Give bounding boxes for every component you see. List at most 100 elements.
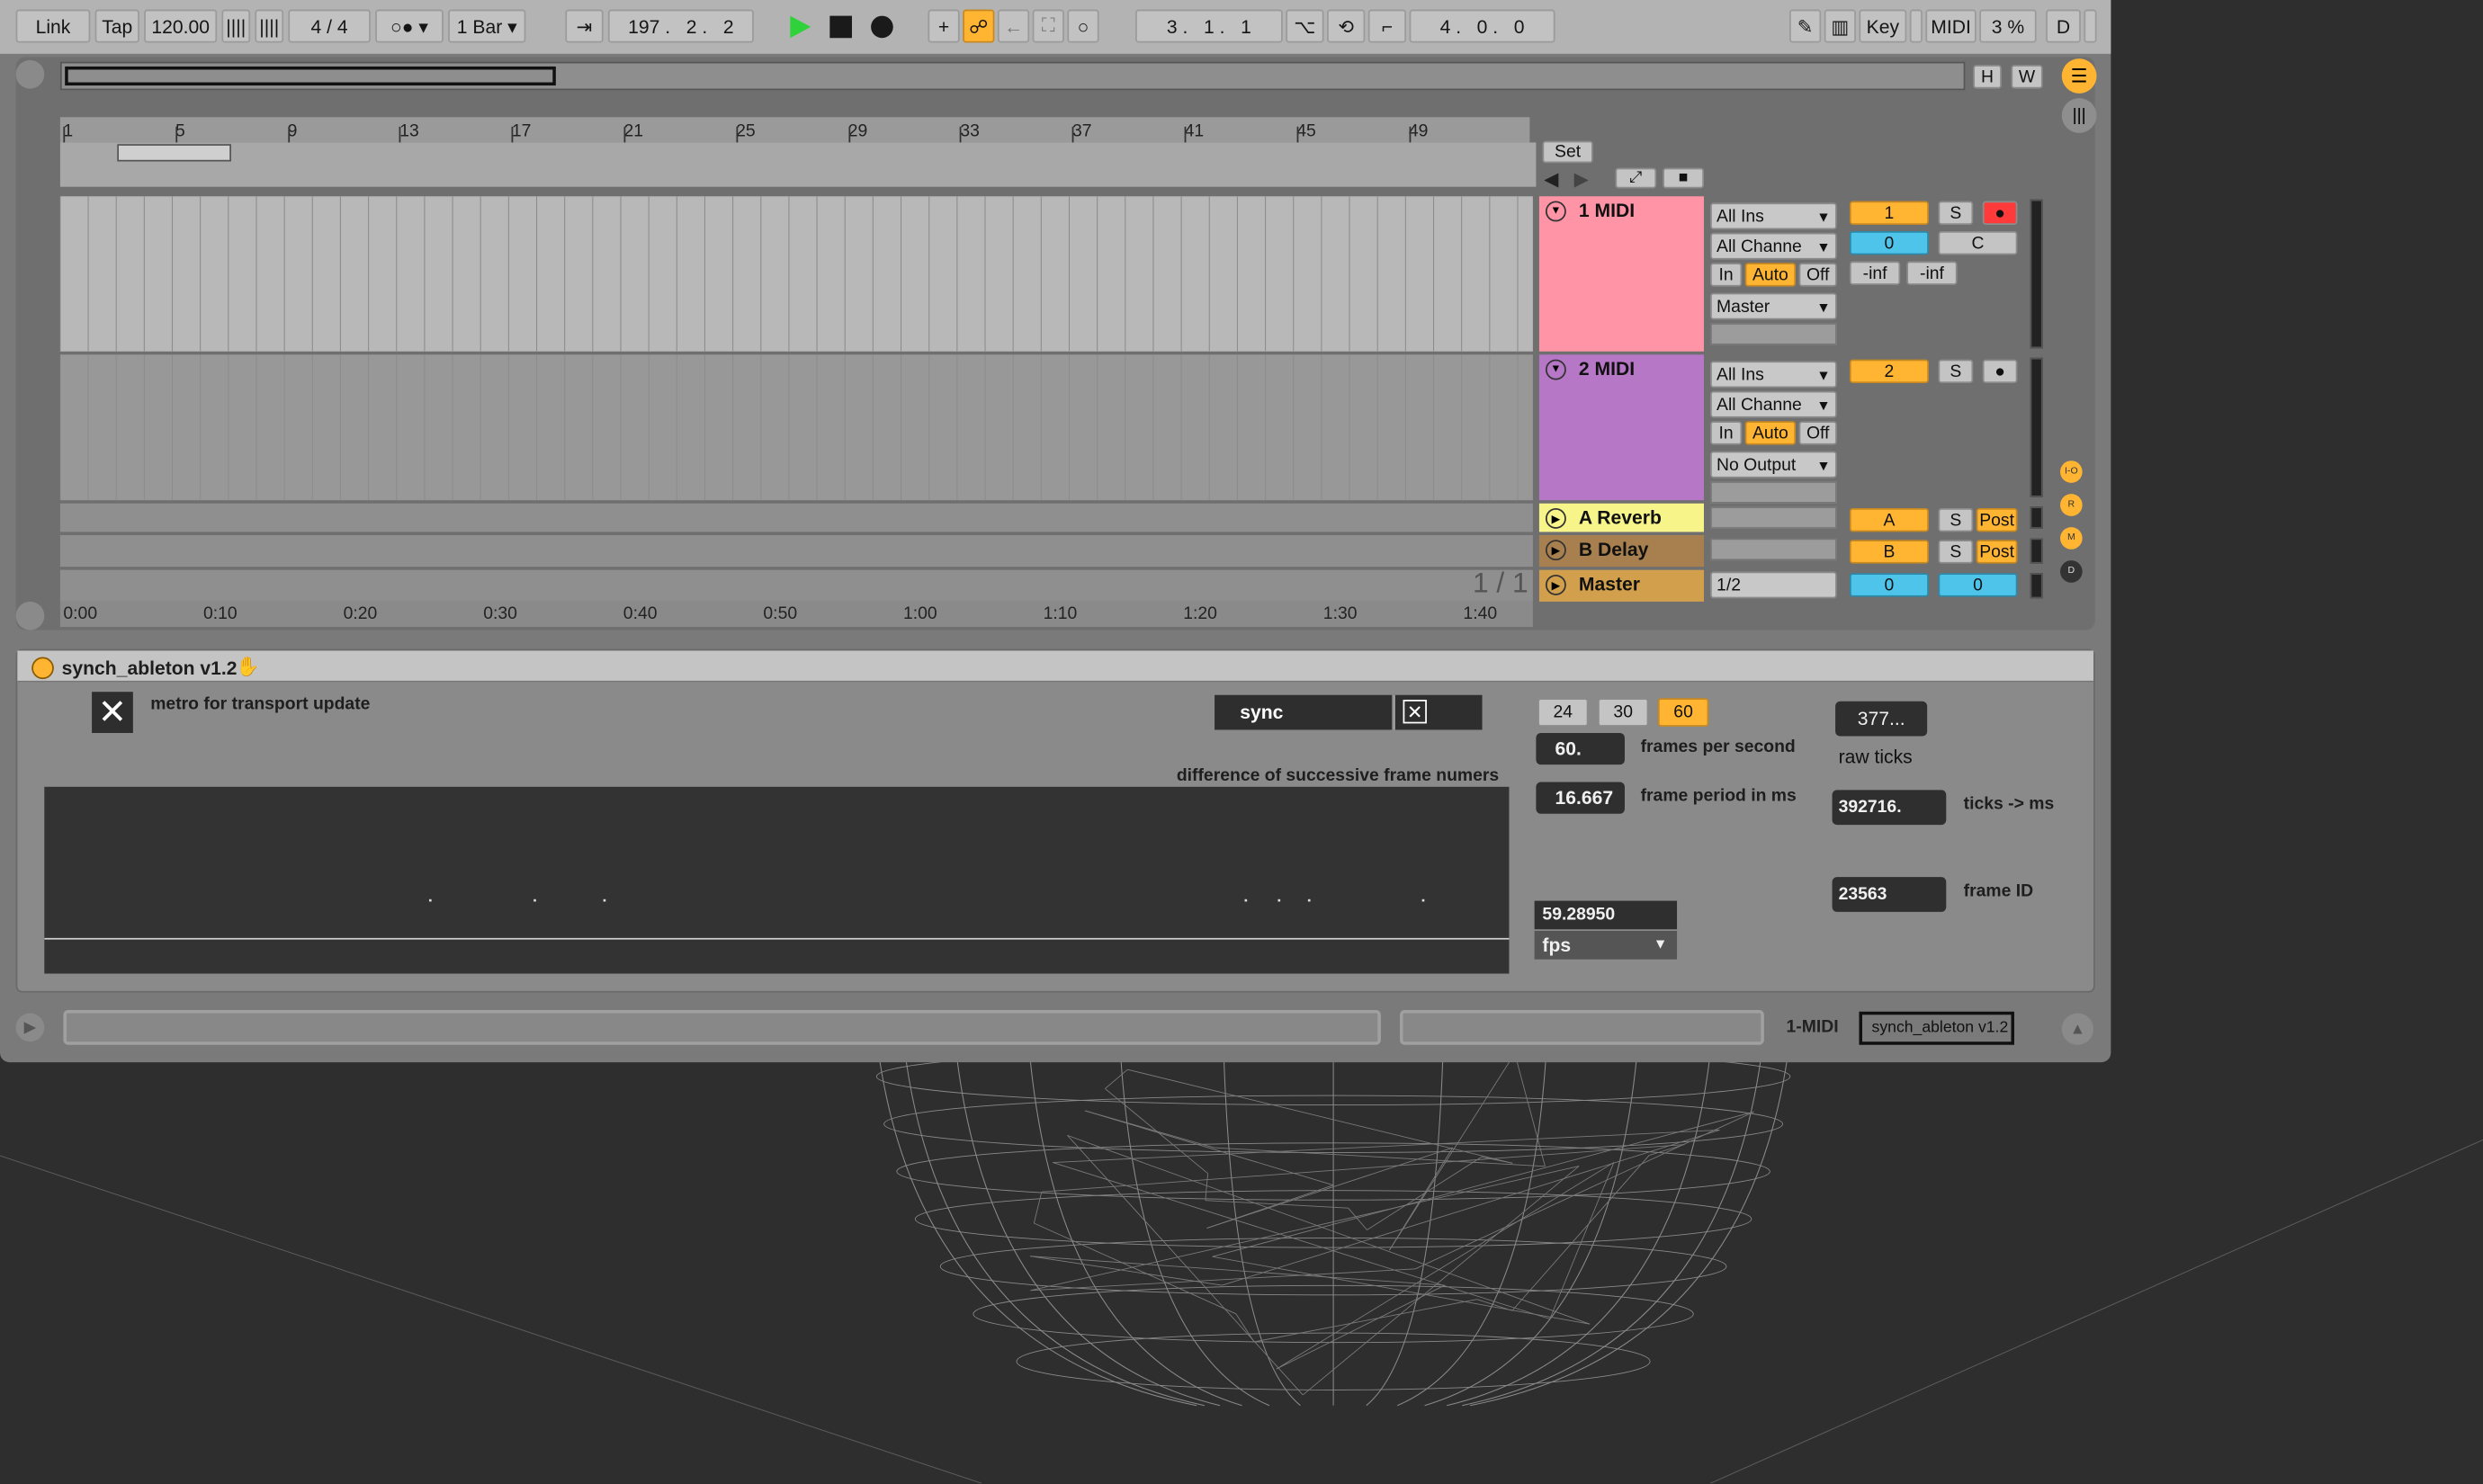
track-lane-b-delay[interactable] bbox=[59, 534, 1533, 568]
empty-output-channel[interactable] bbox=[1710, 323, 1837, 345]
loop-length-field[interactable]: 4 . 0 . 0 bbox=[1409, 9, 1555, 43]
tempo-nudge-up-icon[interactable]: |||| bbox=[255, 9, 284, 43]
arrangement-overview[interactable] bbox=[59, 61, 1966, 91]
monitor-off-button[interactable]: Off bbox=[1798, 421, 1837, 445]
optimize-height-button[interactable]: H bbox=[1973, 65, 2002, 89]
fps-30-button[interactable]: 30 bbox=[1598, 698, 1649, 727]
tempo-nudge-down-icon[interactable]: |||| bbox=[221, 9, 251, 43]
set-locator-button[interactable]: Set bbox=[1542, 140, 1593, 164]
next-locator-icon[interactable]: ▶ bbox=[1574, 168, 1589, 191]
return-io-field[interactable] bbox=[1710, 506, 1837, 529]
track-activator-button[interactable]: 1 bbox=[1849, 201, 1929, 225]
pan-field[interactable]: 0 bbox=[1938, 573, 2018, 597]
track-title-1[interactable]: ▼ 1 MIDI bbox=[1538, 196, 1704, 352]
ticks-ms-number-box[interactable]: 392716. bbox=[1832, 790, 1947, 826]
monitor-in-button[interactable]: In bbox=[1710, 263, 1743, 287]
track-title-2[interactable]: ▼ 2 MIDI bbox=[1538, 354, 1704, 501]
fps-unit-menu[interactable]: fps ▼ bbox=[1534, 930, 1678, 960]
automation-toggle-icon[interactable] bbox=[15, 601, 45, 630]
track-activator-button[interactable]: B bbox=[1849, 540, 1929, 564]
stop-button[interactable] bbox=[823, 10, 858, 43]
session-record-icon[interactable]: ○ bbox=[1067, 9, 1099, 43]
midi-map-button[interactable]: MIDI bbox=[1925, 9, 1977, 43]
track-title-5[interactable]: ▶ Master bbox=[1538, 569, 1704, 602]
period-number-box[interactable]: 16.667 bbox=[1536, 782, 1625, 814]
play-icon[interactable]: ▶ bbox=[15, 1013, 45, 1042]
punch-in-icon[interactable]: ⌥ bbox=[1286, 9, 1324, 43]
volume-field[interactable]: 0 bbox=[1849, 573, 1929, 597]
previous-locator-icon[interactable]: ◀ bbox=[1544, 168, 1558, 191]
solo-button[interactable]: S bbox=[1938, 201, 1974, 225]
output-menu[interactable]: No Output ▼ bbox=[1710, 451, 1837, 478]
computer-midi-keyboard-icon[interactable]: ▥ bbox=[1824, 9, 1856, 43]
return-io-field[interactable] bbox=[1710, 538, 1837, 561]
track-title-4[interactable]: ▶ B Delay bbox=[1538, 534, 1704, 568]
measured-fps-number-box[interactable]: 59.28950 bbox=[1534, 900, 1678, 930]
status-track-name[interactable]: 1-MIDI bbox=[1787, 1018, 1839, 1037]
detail-view-toggle-icon[interactable]: ▲ bbox=[2061, 1013, 2093, 1045]
arm-record-icon[interactable]: ● bbox=[1982, 359, 2018, 383]
pre-post-button[interactable]: Post bbox=[1976, 540, 2018, 564]
frame-id-number-box[interactable]: 23563 bbox=[1832, 877, 1947, 912]
record-button[interactable] bbox=[865, 10, 900, 43]
track-lane-master[interactable] bbox=[59, 569, 1533, 602]
pre-post-button[interactable]: Post bbox=[1976, 508, 2018, 532]
master-output-menu[interactable]: 1/2 bbox=[1710, 571, 1837, 599]
arrangement-position-field[interactable]: 197 . 2 . 2 bbox=[607, 9, 754, 43]
loop-brace[interactable] bbox=[117, 144, 231, 162]
sync-toggle[interactable]: ✕ bbox=[1393, 694, 1483, 730]
automation-arm-icon[interactable]: ☍ bbox=[963, 9, 995, 43]
arm-record-icon[interactable]: ● bbox=[1982, 201, 2018, 225]
key-map-button[interactable]: Key bbox=[1859, 9, 1907, 43]
capture-icon[interactable]: ⛶ bbox=[1032, 9, 1064, 43]
solo-button[interactable]: S bbox=[1938, 508, 1974, 532]
overview-visible-region[interactable] bbox=[65, 66, 556, 86]
output-menu[interactable]: Master ▼ bbox=[1710, 292, 1837, 320]
fps-number-box[interactable]: 60. bbox=[1536, 732, 1625, 765]
tempo-field[interactable]: 120.00 bbox=[144, 9, 218, 43]
input-channel-menu[interactable]: All Channe ▼ bbox=[1710, 390, 1837, 418]
track-activator-icon[interactable]: ▶ bbox=[1545, 540, 1566, 561]
toggle-i-o-button[interactable]: I-O bbox=[2060, 460, 2083, 483]
solo-button[interactable]: S bbox=[1938, 540, 1974, 564]
link-button[interactable]: Link bbox=[15, 9, 91, 43]
overdub-icon[interactable]: + bbox=[928, 9, 960, 43]
draw-mode-icon[interactable]: ✎ bbox=[1789, 9, 1822, 43]
monitor-auto-button[interactable]: Auto bbox=[1744, 263, 1797, 287]
monitor-off-button[interactable]: Off bbox=[1798, 263, 1837, 287]
raw-ticks-number-box[interactable]: 377... bbox=[1835, 701, 1928, 737]
input-type-menu[interactable]: All Ins ▼ bbox=[1710, 361, 1837, 389]
metro-toggle-button[interactable]: ✕ bbox=[92, 692, 133, 733]
toggle-r-button[interactable]: R bbox=[2060, 494, 2083, 516]
fps-24-button[interactable]: 24 bbox=[1537, 698, 1589, 727]
track-activator-icon[interactable]: ▶ bbox=[1545, 508, 1566, 529]
device-on-icon[interactable] bbox=[31, 657, 54, 680]
track-lane-a-reverb[interactable] bbox=[59, 503, 1533, 532]
track-lane-2-midi[interactable] bbox=[59, 354, 1533, 501]
fold-track-icon[interactable]: ▼ bbox=[1545, 359, 1566, 380]
track-activator-button[interactable]: A bbox=[1849, 508, 1929, 532]
track-activator-icon[interactable]: ▶ bbox=[1545, 574, 1566, 595]
track-lane-1-midi[interactable] bbox=[59, 196, 1533, 352]
status-device-name[interactable]: synch_ableton v1.2 bbox=[1859, 1011, 2014, 1045]
time-signature-field[interactable]: 4 / 4 bbox=[288, 9, 371, 43]
lock-icon[interactable]: ■ bbox=[1663, 167, 1704, 189]
pan-field[interactable]: C bbox=[1938, 230, 2018, 255]
menu-icon[interactable]: ☰ bbox=[2061, 58, 2097, 94]
fps-60-button[interactable]: 60 bbox=[1657, 698, 1709, 727]
empty-output-channel[interactable] bbox=[1710, 481, 1837, 504]
loop-brace-area[interactable] bbox=[59, 142, 1537, 187]
punch-out-icon[interactable]: ⌐ bbox=[1367, 9, 1407, 43]
track-title-3[interactable]: ▶ A Reverb bbox=[1538, 503, 1704, 532]
play-button[interactable] bbox=[783, 10, 818, 43]
metronome-icon[interactable]: ○● ▾ bbox=[375, 9, 444, 43]
expand-icon[interactable]: ⤢ bbox=[1615, 167, 1657, 189]
optimize-width-button[interactable]: W bbox=[2011, 65, 2043, 89]
loop-switch-icon[interactable]: ⟲ bbox=[1327, 9, 1366, 43]
input-channel-menu[interactable]: All Channe ▼ bbox=[1710, 232, 1837, 260]
mixer-view-icon[interactable]: ||| bbox=[2061, 98, 2097, 133]
chevron-down-icon[interactable] bbox=[15, 59, 45, 89]
toggle-d-button[interactable]: D bbox=[2060, 560, 2083, 583]
tap-tempo-button[interactable]: Tap bbox=[94, 9, 139, 43]
solo-button[interactable]: S bbox=[1938, 359, 1974, 383]
